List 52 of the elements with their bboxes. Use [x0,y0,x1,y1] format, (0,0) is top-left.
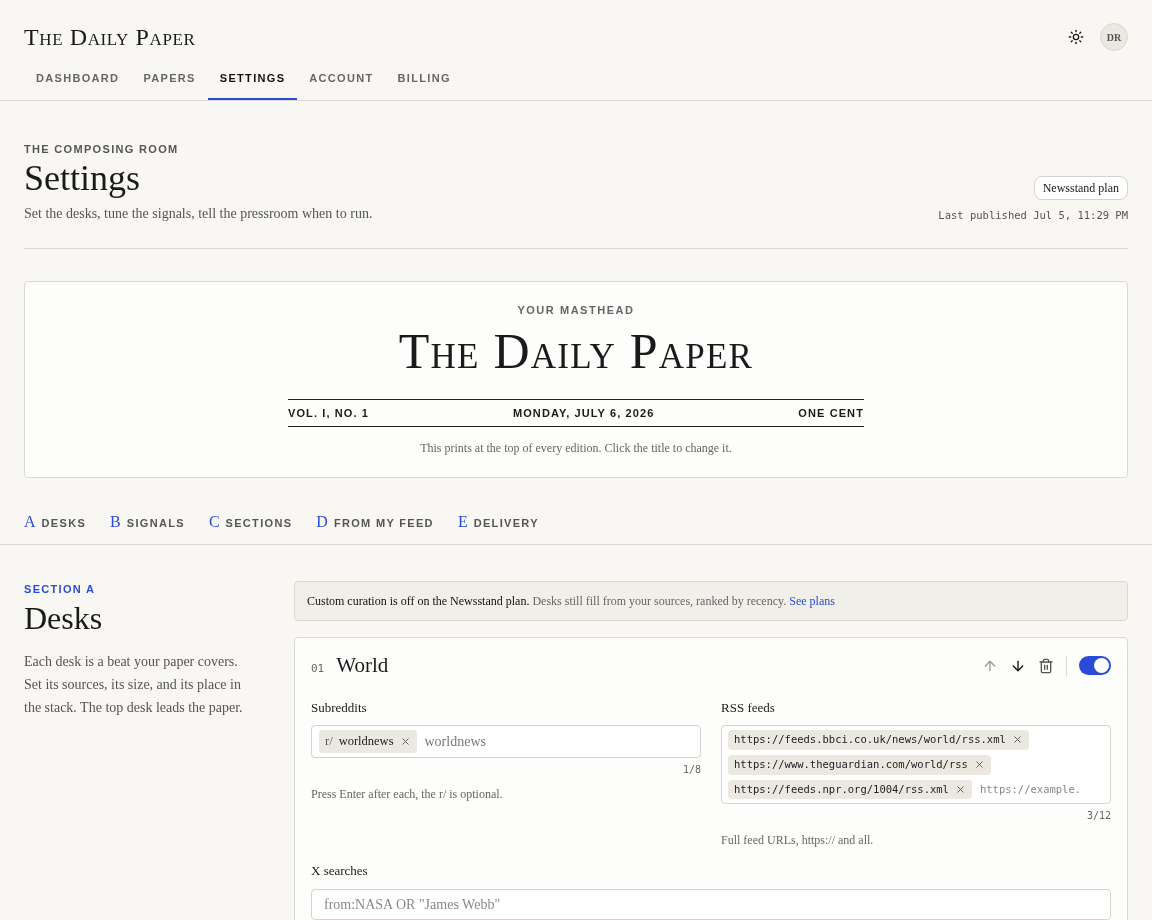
masthead-eyebrow: YOUR MASTHEAD [517,303,635,318]
masthead-title[interactable]: The Daily Paper [398,322,754,379]
tag-chip: https://feeds.npr.org/1004/rss.xml [728,779,972,800]
x-searches-field[interactable]: from:NASA OR "James Webb" [311,888,1111,920]
field-label: RSS feeds [721,698,776,717]
price-label: ONE CENT [798,405,864,421]
theme-toggle-icon[interactable] [1068,29,1084,45]
nav-tab[interactable]: PAPERS [131,62,208,100]
field-label: Subreddits [311,698,368,717]
desk-name[interactable]: World [336,650,389,682]
last-published: Last published Jul 5, 11:29 PM [938,208,1128,224]
nav-tab[interactable]: SETTINGS [207,62,298,100]
rss-count: 3/12 [1085,809,1111,824]
brand-logo[interactable]: The Daily Paper [24,19,196,55]
remove-icon[interactable] [954,783,966,795]
plan-badge: Newsstand plan [1033,176,1128,201]
section-link[interactable]: E DELIVERY [445,510,551,534]
page-title: Settings [24,157,141,199]
section-link[interactable]: C SECTIONS [196,510,305,534]
help-text: Full feed URLs, https:// and all. [721,832,875,850]
nav-tab[interactable]: DASHBOARD [24,62,132,100]
subreddits-count: 1/8 [681,762,701,777]
nav-tab[interactable]: BILLING [385,62,463,100]
help-text: Press Enter after each, the r/ is optional. [311,785,504,803]
tag-chip: r/ worldnews [319,730,417,753]
subreddits-field[interactable]: r/ worldnews worldnews [311,725,701,758]
delete-icon[interactable] [1038,657,1054,674]
rss-input[interactable]: https://example. [979,781,1080,798]
section-link[interactable]: B SIGNALS [98,510,197,534]
remove-icon[interactable] [399,735,411,747]
user-avatar[interactable]: DR [1100,23,1128,51]
section-eyebrow: SECTION A [24,582,97,597]
tag-chip: https://www.theguardian.com/world/rss [728,754,991,775]
curation-notice: Custom curation is off on the Newsstand plan. Desks still fill from your sources, ranked by recency. See plans [294,581,1128,621]
volume-label: VOL. I, NO. 1 [288,405,369,421]
nav-tab[interactable]: ACCOUNT [297,62,386,100]
tag-chip: https://feeds.bbci.co.uk/news/world/rss.xml [728,730,1029,750]
rss-feeds-field[interactable]: https://feeds.bbci.co.uk/news/world/rss.xml https://www.theguardian.com/world/rss https://feeds.npr.org/1004/rss.xml https://example. [721,725,1111,805]
remove-icon[interactable] [1011,734,1023,746]
remove-icon[interactable] [973,759,985,771]
page-eyebrow: THE COMPOSING ROOM [24,141,180,157]
desk-toggle[interactable] [1079,656,1111,676]
desk-number: 01 [311,661,325,677]
section-link[interactable]: A DESKS [12,510,99,534]
section-description: Each desk is a beat your paper covers. Set its sources, its size, and its place in the stack. The top desk leads the paper. [24,652,244,717]
section-title: Desks [24,598,104,638]
page-subtitle: Set the desks, tune the signals, tell the pressroom when to run. [24,205,373,223]
field-label: X searches [311,862,369,881]
section-link[interactable]: D FROM MY FEED [304,510,446,534]
see-plans-link[interactable]: See plans [789,594,835,608]
masthead-note: This prints at the top of every edition. Click the title to change it. [420,440,732,457]
date-label: MONDAY, JULY 6, 2026 [512,405,655,421]
